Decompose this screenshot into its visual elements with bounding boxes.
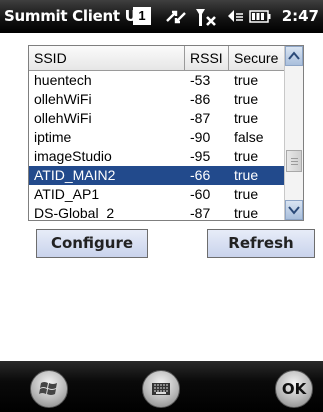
grip-icon — [291, 158, 298, 165]
network-list[interactable]: SSID RSSI Secure huentech -53 true olleh… — [28, 45, 304, 221]
list-row-selected[interactable]: ATID_MAIN2 -66 true — [29, 166, 285, 185]
configure-button[interactable]: Configure — [36, 229, 148, 258]
ssid-cell: ATID_MAIN2 — [34, 167, 116, 183]
connectivity-icon[interactable] — [164, 6, 188, 33]
list-row[interactable]: ATID_AP1 -60 true — [29, 185, 285, 204]
list-row[interactable]: huentech -53 true — [29, 71, 285, 90]
volume-icon[interactable] — [224, 6, 246, 33]
rssi-cell: -53 — [190, 72, 211, 88]
secure-cell: true — [234, 72, 259, 88]
ssid-cell: huentech — [34, 72, 92, 88]
secure-cell: true — [234, 110, 259, 126]
title-bar: Summit Client Uti 1 2:47 — [0, 0, 323, 33]
secure-cell: true — [234, 91, 259, 107]
signal-off-icon[interactable] — [194, 6, 220, 33]
ssid-cell: ollehWiFi — [34, 110, 92, 126]
column-header-secure[interactable]: Secure — [229, 46, 285, 71]
app-title: Summit Client Uti — [4, 7, 149, 25]
scroll-down-button[interactable] — [285, 200, 303, 220]
vertical-scrollbar[interactable] — [284, 46, 303, 220]
bottom-bar: OK — [0, 361, 323, 412]
ssid-cell: ATID_AP1 — [34, 186, 100, 202]
secure-cell: false — [234, 129, 264, 145]
start-button[interactable] — [30, 370, 68, 408]
ssid-cell: iptime — [34, 129, 72, 145]
rssi-cell: -90 — [190, 129, 211, 145]
notification-badge[interactable]: 1 — [133, 7, 151, 25]
chevron-down-icon — [288, 206, 300, 215]
scroll-thumb[interactable] — [286, 150, 302, 172]
ssid-cell: imageStudio — [34, 148, 112, 164]
keyboard-icon — [152, 383, 170, 395]
list-row[interactable]: iptime -90 false — [29, 128, 285, 147]
scroll-up-button[interactable] — [285, 46, 303, 66]
column-header-ssid[interactable]: SSID — [29, 46, 185, 71]
column-header-rssi[interactable]: RSSI — [185, 46, 229, 71]
ssid-cell: DS-Global_2 — [34, 205, 115, 221]
clock[interactable]: 2:47 — [282, 7, 319, 25]
rssi-cell: -95 — [190, 148, 211, 164]
secure-cell: true — [234, 205, 259, 221]
rssi-cell: -86 — [190, 91, 211, 107]
ok-button[interactable]: OK — [275, 370, 313, 408]
rssi-cell: -87 — [190, 205, 211, 221]
ssid-cell: ollehWiFi — [34, 91, 92, 107]
list-row[interactable]: imageStudio -95 true — [29, 147, 285, 166]
secure-cell: true — [234, 167, 259, 183]
rssi-cell: -60 — [190, 186, 211, 202]
list-header: SSID RSSI Secure — [29, 46, 285, 71]
refresh-button[interactable]: Refresh — [207, 229, 315, 258]
secure-cell: true — [234, 186, 259, 202]
list-rows: huentech -53 true ollehWiFi -86 true oll… — [29, 71, 285, 221]
list-row[interactable]: DS-Global_2 -87 true — [29, 204, 285, 221]
list-row[interactable]: ollehWiFi -86 true — [29, 90, 285, 109]
rssi-cell: -87 — [190, 110, 211, 126]
rssi-cell: -66 — [190, 167, 211, 183]
ok-label: OK — [281, 380, 307, 398]
windows-start-icon — [39, 382, 57, 395]
list-row[interactable]: ollehWiFi -87 true — [29, 109, 285, 128]
keyboard-button[interactable] — [142, 370, 180, 408]
chevron-up-icon — [288, 51, 300, 60]
secure-cell: true — [234, 148, 259, 164]
battery-icon[interactable] — [249, 9, 271, 30]
